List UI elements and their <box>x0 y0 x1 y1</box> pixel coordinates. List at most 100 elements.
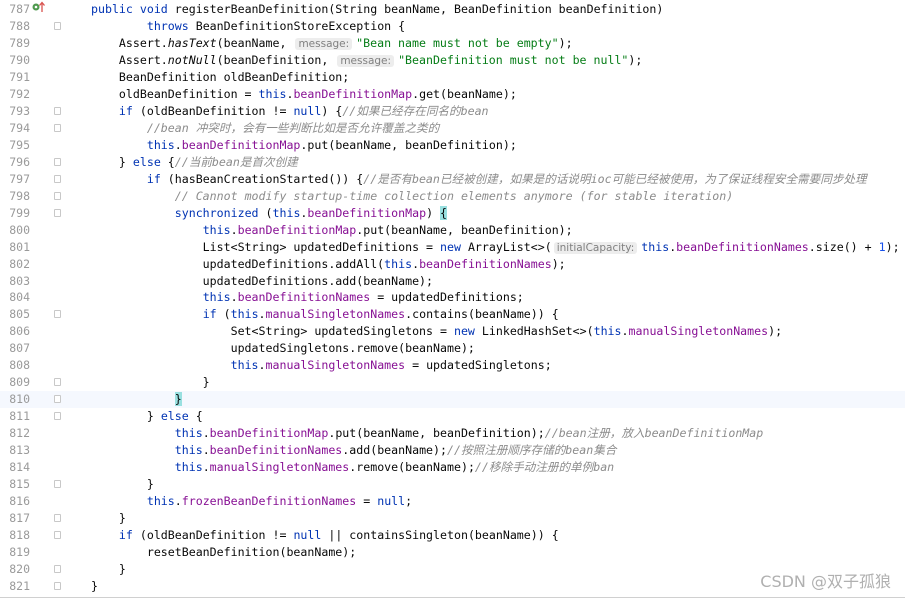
line-number[interactable]: 798 <box>0 188 30 205</box>
line-number[interactable]: 815 <box>0 476 30 493</box>
code-line[interactable]: 808 this.manualSingletonNames = updatedS… <box>0 357 905 374</box>
field: manualSingletonNames <box>265 307 406 322</box>
code-text: .size() + <box>808 239 879 254</box>
line-number[interactable]: 820 <box>0 561 30 578</box>
line-number[interactable]: 796 <box>0 154 30 171</box>
fold-marker-icon[interactable] <box>54 378 61 387</box>
keyword: throws <box>146 18 196 33</box>
fold-marker-icon[interactable] <box>54 480 61 489</box>
code-line[interactable]: 800 this.beanDefinitionMap.put(beanName,… <box>0 222 905 239</box>
code-line[interactable]: 787 public void registerBeanDefinition(St… <box>0 1 905 18</box>
keyword: this <box>230 307 259 322</box>
fold-marker-icon[interactable] <box>54 191 61 200</box>
code-line[interactable]: 812 this.beanDefinitionMap.put(beanName,… <box>0 425 905 442</box>
fold-marker-icon[interactable] <box>54 581 61 590</box>
code-line[interactable]: 795 this.beanDefinitionMap.put(beanName,… <box>0 137 905 154</box>
code-line[interactable]: 797 if (hasBeanCreationStarted()) {//是否有… <box>0 171 905 188</box>
line-number[interactable]: 816 <box>0 493 30 510</box>
line-number[interactable]: 818 <box>0 527 30 544</box>
code-text: . <box>174 494 182 509</box>
line-number[interactable]: 799 <box>0 205 30 222</box>
code-editor[interactable]: 787 public void registerBeanDefinition(St… <box>0 1 905 595</box>
fold-marker-icon[interactable] <box>54 208 61 217</box>
fold-marker-icon[interactable] <box>54 123 61 132</box>
line-number[interactable]: 808 <box>0 357 30 374</box>
code-line[interactable]: 790 Assert.notNull(beanDefinition, messa… <box>0 52 905 69</box>
code-line[interactable]: 807 updatedSingletons.remove(beanName); <box>0 340 905 357</box>
line-number[interactable]: 790 <box>0 52 30 69</box>
code-line[interactable]: 813 this.beanDefinitionNames.add(beanNam… <box>0 442 905 459</box>
code-line[interactable]: 810 } <box>0 391 905 409</box>
code-line[interactable]: 815 } <box>0 476 905 493</box>
code-line[interactable]: 803 updatedDefinitions.add(beanName); <box>0 273 905 290</box>
fold-marker-icon[interactable] <box>54 514 61 523</box>
line-number[interactable]: 788 <box>0 18 30 35</box>
fold-marker-icon[interactable] <box>54 106 61 115</box>
line-number[interactable]: 803 <box>0 273 30 290</box>
code-line[interactable]: 788 throws BeanDefinitionStoreException … <box>0 18 905 35</box>
line-number[interactable]: 811 <box>0 408 30 425</box>
code-line[interactable]: 799 synchronized (this.beanDefinitionMap… <box>0 205 905 222</box>
fold-marker-icon[interactable] <box>54 412 61 421</box>
code-line[interactable]: 809 } <box>0 374 905 391</box>
line-number[interactable]: 805 <box>0 306 30 323</box>
line-number[interactable]: 800 <box>0 222 30 239</box>
code-line[interactable]: 804 this.beanDefinitionNames = updatedDe… <box>0 289 905 306</box>
field: beanDefinitionMap <box>293 86 413 101</box>
line-number[interactable]: 809 <box>0 374 30 391</box>
line-number[interactable]: 797 <box>0 171 30 188</box>
line-number[interactable]: 793 <box>0 103 30 120</box>
line-number[interactable]: 792 <box>0 86 30 103</box>
line-number[interactable]: 795 <box>0 137 30 154</box>
line-number[interactable]: 821 <box>0 578 30 595</box>
code-text: || containsSingleton(beanName)) { <box>321 528 559 543</box>
line-code: this.beanDefinitionMap.put(beanName, bea… <box>91 222 573 239</box>
line-number[interactable]: 817 <box>0 510 30 527</box>
code-line[interactable]: 798 // Cannot modify startup-time collec… <box>0 188 905 205</box>
line-number[interactable]: 810 <box>0 391 30 408</box>
code-line[interactable]: 819 resetBeanDefinition(beanName); <box>0 544 905 561</box>
line-code: BeanDefinition oldBeanDefinition; <box>91 69 349 86</box>
code-line[interactable]: 817 } <box>0 510 905 527</box>
fold-marker-icon[interactable] <box>54 531 61 540</box>
line-number[interactable]: 789 <box>0 35 30 52</box>
line-number[interactable]: 787 <box>0 1 30 18</box>
fold-marker-icon[interactable] <box>54 310 61 319</box>
code-line[interactable]: 818 if (oldBeanDefinition != null || con… <box>0 527 905 544</box>
line-number[interactable]: 807 <box>0 340 30 357</box>
code-line[interactable]: 792 oldBeanDefinition = this.beanDefinit… <box>0 86 905 103</box>
code-line[interactable]: 816 this.frozenBeanDefinitionNames = nul… <box>0 493 905 510</box>
code-line[interactable]: 794 //bean 冲突时，会有一些判断比如是否允许覆盖之类的 <box>0 120 905 137</box>
code-line[interactable]: 801 List<String> updatedDefinitions = ne… <box>0 239 905 256</box>
fold-marker-icon[interactable] <box>54 157 61 166</box>
code-line[interactable]: 796 } else {//当前bean是首次创建 <box>0 154 905 171</box>
line-number[interactable]: 791 <box>0 69 30 86</box>
line-number[interactable]: 802 <box>0 256 30 273</box>
line-number[interactable]: 804 <box>0 289 30 306</box>
code-line[interactable]: 805 if (this.manualSingletonNames.contai… <box>0 306 905 323</box>
line-number[interactable]: 801 <box>0 239 30 256</box>
line-number[interactable]: 819 <box>0 544 30 561</box>
code-line[interactable]: 814 this.manualSingletonNames.remove(bea… <box>0 459 905 476</box>
code-line[interactable]: 791 BeanDefinition oldBeanDefinition; <box>0 69 905 86</box>
fold-marker-icon[interactable] <box>54 21 61 30</box>
code-line[interactable]: 802 updatedDefinitions.addAll(this.beanD… <box>0 256 905 273</box>
code-line[interactable]: 789 Assert.hasText(beanName, message: "Be… <box>0 35 905 52</box>
fold-marker-icon[interactable] <box>54 395 61 404</box>
line-number[interactable]: 794 <box>0 120 30 137</box>
line-number[interactable]: 814 <box>0 459 30 476</box>
code-line[interactable]: 793 if (oldBeanDefinition != null) {//如果… <box>0 103 905 120</box>
line-number[interactable]: 806 <box>0 323 30 340</box>
fold-marker-icon[interactable] <box>54 564 61 573</box>
code-text: = updatedDefinitions; <box>370 290 524 305</box>
code-line[interactable]: 811 } else { <box>0 408 905 425</box>
line-number[interactable]: 813 <box>0 442 30 459</box>
fold-marker-icon[interactable] <box>54 174 61 183</box>
line-number[interactable]: 812 <box>0 425 30 442</box>
line-code: } else { <box>91 408 203 425</box>
code-line[interactable]: 806 Set<String> updatedSingletons = new … <box>0 323 905 340</box>
